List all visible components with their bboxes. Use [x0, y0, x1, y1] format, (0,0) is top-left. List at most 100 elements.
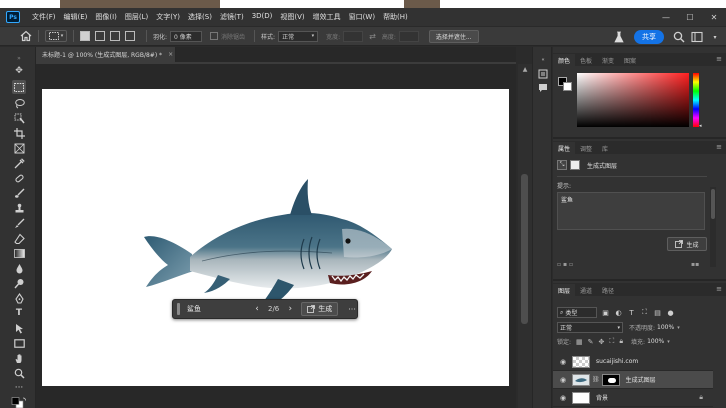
- menu-select[interactable]: 选择(S): [184, 12, 216, 22]
- tab-swatches[interactable]: 色板: [575, 54, 597, 66]
- antialias-checkbox[interactable]: [210, 32, 219, 40]
- lock-image-icon[interactable]: ✎: [588, 338, 594, 346]
- scrollbar-thumb[interactable]: [521, 174, 528, 324]
- width-input[interactable]: [343, 30, 364, 42]
- tab-paths[interactable]: 路径: [597, 284, 619, 296]
- color-picker-field[interactable]: [577, 73, 689, 127]
- intersect-selection-button[interactable]: [125, 31, 135, 41]
- eye-icon[interactable]: ◉: [557, 358, 569, 366]
- menu-view[interactable]: 视图(V): [276, 12, 308, 22]
- menu-edit[interactable]: 编辑(E): [60, 12, 92, 22]
- filter-shape-icon[interactable]: ⛶: [640, 308, 649, 317]
- add-selection-button[interactable]: [95, 31, 105, 41]
- lock-artboard-icon[interactable]: ⛶: [609, 337, 614, 346]
- height-input[interactable]: [398, 30, 419, 42]
- hand-tool-icon[interactable]: [12, 351, 26, 365]
- canvas[interactable]: [42, 89, 509, 386]
- search-icon[interactable]: [672, 30, 686, 44]
- minimize-button[interactable]: —: [654, 13, 678, 22]
- menu-type[interactable]: 文字(Y): [152, 12, 184, 22]
- panel-options-icon[interactable]: ▫ ▪ ▫: [557, 261, 573, 268]
- chevron-down-icon[interactable]: ▾: [667, 339, 670, 345]
- eyedropper-tool-icon[interactable]: [12, 156, 26, 170]
- tool-preset-picker[interactable]: ▾: [45, 30, 67, 42]
- swap-icon[interactable]: ⇄: [369, 32, 376, 41]
- healing-brush-tool-icon[interactable]: [12, 171, 26, 185]
- fg-bg-colors[interactable]: [558, 77, 572, 91]
- scroll-up-icon[interactable]: ▲: [518, 66, 532, 73]
- drag-handle-icon[interactable]: [177, 303, 180, 315]
- generate-button[interactable]: 生成: [301, 302, 339, 316]
- close-tab-icon[interactable]: ×: [168, 51, 173, 58]
- workspace-icon[interactable]: [690, 30, 704, 44]
- lock-transparent-icon[interactable]: ▦: [576, 338, 583, 346]
- history-brush-tool-icon[interactable]: [12, 216, 26, 230]
- scrollbar-thumb[interactable]: [711, 189, 715, 219]
- zoom-tool-icon[interactable]: [12, 366, 26, 380]
- menu-image[interactable]: 图像(I): [91, 12, 121, 22]
- next-variation-icon[interactable]: ›: [285, 304, 295, 314]
- frame-tool-icon[interactable]: [12, 141, 26, 155]
- hue-slider[interactable]: [693, 73, 699, 127]
- menu-filter[interactable]: 滤镜(T): [216, 12, 248, 22]
- panel-menu-icon[interactable]: ≡: [716, 55, 722, 63]
- hue-slider-marker-icon[interactable]: ◂: [699, 123, 702, 129]
- layer-row[interactable]: ◉ 背景 🔒︎: [553, 389, 713, 407]
- eye-icon[interactable]: ◉: [557, 394, 569, 402]
- menu-layer[interactable]: 图层(L): [121, 12, 152, 22]
- expand-toolbar-icon[interactable]: »: [12, 51, 26, 65]
- mask-thumbnail[interactable]: [601, 373, 620, 386]
- tab-libraries[interactable]: 库: [597, 142, 613, 154]
- layer-row[interactable]: ◉ sucaijishi.com: [553, 353, 713, 371]
- select-and-mask-button[interactable]: 选择并遮住...: [428, 29, 479, 43]
- clone-stamp-tool-icon[interactable]: [12, 201, 26, 215]
- subtract-selection-button[interactable]: [110, 31, 120, 41]
- menu-window[interactable]: 窗口(W): [345, 12, 379, 22]
- lock-position-icon[interactable]: ✥: [599, 338, 605, 346]
- tab-properties[interactable]: 属性: [553, 142, 576, 154]
- filter-pixel-icon[interactable]: ▣: [601, 308, 610, 317]
- move-tool-icon[interactable]: ✥: [12, 64, 26, 78]
- menu-plugins[interactable]: 增效工具: [309, 12, 345, 22]
- style-select[interactable]: 正常 ▾: [278, 30, 319, 42]
- more-tools-icon[interactable]: ···: [12, 381, 26, 395]
- crop-tool-icon[interactable]: [12, 126, 26, 140]
- eraser-tool-icon[interactable]: [12, 231, 26, 245]
- panel-menu-icon[interactable]: ≡: [716, 143, 722, 151]
- rect-marquee-tool-icon[interactable]: [12, 80, 26, 94]
- tab-color[interactable]: 颜色: [553, 54, 576, 66]
- vertical-scrollbar[interactable]: ▲: [518, 64, 532, 408]
- type-tool-icon[interactable]: T: [12, 306, 26, 320]
- comments-panel-icon[interactable]: [538, 83, 548, 93]
- pen-tool-icon[interactable]: [12, 291, 26, 305]
- rectangle-tool-icon[interactable]: [12, 336, 26, 350]
- previous-variation-icon[interactable]: ‹: [252, 304, 262, 314]
- gradient-tool-icon[interactable]: [12, 246, 26, 260]
- panel-menu-icon[interactable]: ≡: [716, 285, 722, 293]
- chevron-down-icon[interactable]: ▾: [677, 325, 680, 331]
- feather-input[interactable]: 0 像素: [170, 30, 203, 42]
- filter-type-icon[interactable]: T: [627, 308, 636, 317]
- filter-adjustment-icon[interactable]: ◐: [614, 308, 623, 317]
- object-selection-tool-icon[interactable]: [12, 111, 26, 125]
- filter-smart-object-icon[interactable]: ▤: [653, 308, 662, 317]
- blend-mode-select[interactable]: 正常 ▾: [557, 322, 623, 333]
- tab-adjustments[interactable]: 调整: [575, 142, 597, 154]
- prompt-input[interactable]: 鲨鱼: [184, 302, 250, 316]
- home-icon[interactable]: [20, 30, 32, 42]
- panel-options-icon[interactable]: ▪▪: [691, 261, 699, 268]
- layer-row-selected[interactable]: ◉ ⛓ 生成式图层: [553, 371, 713, 389]
- background-color-swatch[interactable]: [563, 82, 572, 91]
- properties-scrollbar[interactable]: [710, 187, 716, 267]
- document-tab[interactable]: 未标题-1 @ 100% (生成式图层, RGB/8#) * ×: [36, 47, 176, 62]
- close-window-button[interactable]: ✕: [702, 13, 726, 22]
- tab-channels[interactable]: 通道: [575, 284, 597, 296]
- menu-file[interactable]: 文件(F): [28, 12, 60, 22]
- maximize-button[interactable]: ☐: [678, 13, 702, 22]
- color-swatches[interactable]: [10, 396, 28, 408]
- flask-icon[interactable]: [612, 30, 626, 44]
- menu-3d[interactable]: 3D(D): [248, 12, 277, 22]
- opacity-input[interactable]: 100%: [657, 324, 674, 331]
- tab-layers[interactable]: 图层: [553, 284, 576, 296]
- link-icon[interactable]: ⛓: [592, 376, 600, 383]
